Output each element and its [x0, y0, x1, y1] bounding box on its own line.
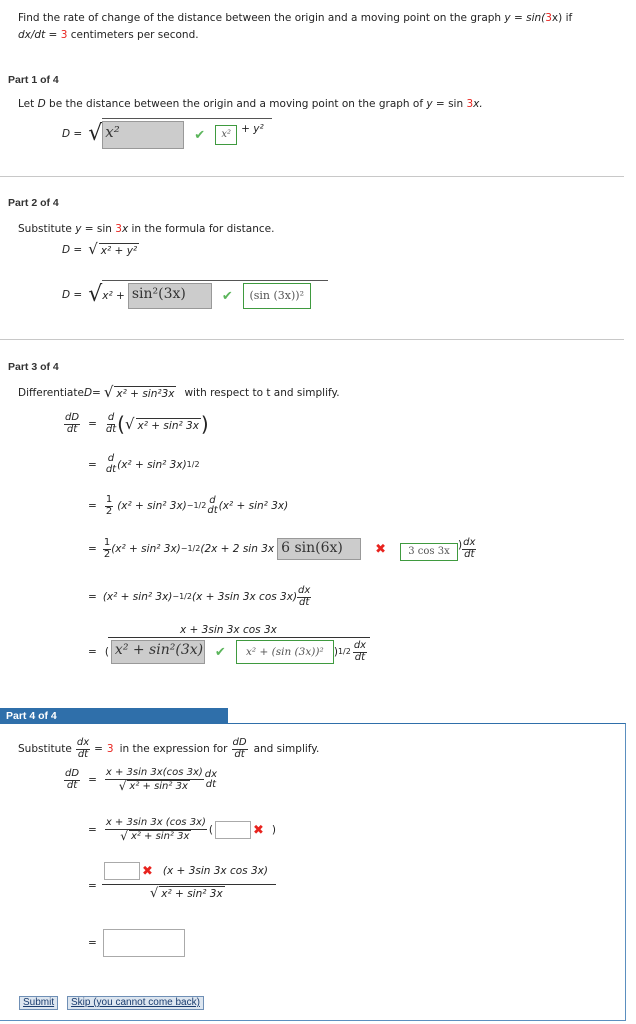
part-3-step-1: dD dt = d dt ( √ x² + sin² 3x )	[64, 412, 209, 436]
cross-icon: ✖	[253, 822, 264, 838]
fraction: dD dt	[64, 412, 81, 435]
radical-icon: √	[88, 281, 103, 307]
paren-close: )	[200, 412, 209, 436]
fraction-bar	[108, 637, 370, 638]
paren-open: (	[104, 646, 109, 658]
problem-statement: Find the rate of change of the distance …	[18, 10, 572, 44]
fraction: dD dt	[64, 768, 81, 791]
fraction: dx dt	[297, 585, 312, 608]
part-3-step-5: = (x² + sin² 3x) −1/2 (x + 3sin 3x cos 3x…	[88, 585, 312, 608]
part-2-label: Part 2 of 4	[8, 197, 59, 209]
part-3-label: Part 3 of 4	[8, 361, 59, 373]
fraction: d dt	[105, 412, 117, 435]
fraction: dx dt	[352, 640, 368, 663]
square-root: √ x² + sin² 3x	[120, 829, 192, 843]
part-4-step3-input[interactable]	[104, 862, 140, 880]
square-root: √ x² + sin² 3x	[118, 779, 190, 793]
part-2-answer-input[interactable]: sin²(3x)	[127, 283, 212, 309]
fraction: dx dt	[462, 537, 477, 560]
part-4-step-4: =	[88, 929, 185, 957]
part-3-answer-input[interactable]: 6 sin(6x)	[277, 538, 362, 560]
fraction: 12	[104, 494, 114, 517]
fraction: dx dt	[204, 768, 218, 790]
check-icon: ✔	[221, 288, 233, 304]
fraction: x + 3sin 3x(cos 3x) √ x² + sin² 3x	[104, 767, 204, 793]
part-1-correct-answer: x²	[215, 125, 238, 145]
part-3-step6-answer-input[interactable]: x² + sin²(3x)	[110, 640, 205, 664]
paren-open: (	[117, 412, 125, 436]
divider	[0, 339, 624, 340]
part-4-step-1: dD dt = x + 3sin 3x(cos 3x) √ x² + sin² 3x …	[64, 767, 218, 793]
fraction: d dt	[207, 494, 218, 516]
fraction: 12	[102, 537, 112, 560]
fraction: d dt	[105, 453, 117, 475]
fraction: x + 3sin 3x (cos 3x) √ x² + sin² 3x	[104, 817, 207, 843]
paren-close: )	[271, 824, 277, 836]
part-3-step-4: = 12 (x² + sin² 3x) −1/2 (2x + 2 sin 3x 6…	[88, 537, 477, 561]
square-root: √ x² + y²	[88, 240, 140, 258]
part-4-final-input[interactable]	[102, 929, 185, 957]
submit-button[interactable]: Submit	[19, 996, 59, 1010]
part-1-answer-input[interactable]: x²	[102, 121, 185, 149]
part-1-intro: Let D be the distance between the origin…	[18, 98, 483, 110]
part-3-step-3: = 12 (x² + sin² 3x) −1/2 d dt (x² + sin² 3…	[88, 494, 289, 517]
part-2-formula: D = √ x² + y²	[62, 240, 140, 258]
fraction: dx dt	[75, 737, 91, 760]
part-1-label: Part 1 of 4	[8, 74, 59, 86]
part-2-correct-answer: (sin (3x))²	[242, 283, 311, 309]
step-3-numerator: ✖ (x + 3sin 3x cos 3x)	[104, 862, 268, 880]
part-1-equation: D = √ x² ✔ x² + y²	[62, 118, 273, 149]
cross-icon: ✖	[142, 863, 153, 879]
skip-button[interactable]: Skip (you cannot come back)	[67, 996, 204, 1010]
radical-icon: √	[88, 120, 103, 146]
radical-overline: x² ✔ x² + y²	[102, 118, 273, 149]
paren-open: (	[208, 824, 213, 836]
part-3-intro: Differentiate D = √ x² + sin²3x with resp…	[18, 383, 340, 401]
part-4-intro: Substitute dx dt = 3 in the expression fo…	[18, 737, 320, 760]
check-icon: ✔	[194, 127, 206, 143]
check-icon: ✔	[214, 644, 226, 660]
divider	[0, 176, 624, 177]
square-root: √ x² + sin² 3x	[150, 886, 225, 901]
fraction: dD dt	[231, 737, 248, 760]
problem-line-1: Find the rate of change of the distance …	[18, 12, 573, 24]
part-2-equation: D = √ x² + sin²(3x) ✔ (sin (3x))²	[62, 280, 329, 309]
part-3-correct-answer: 3 cos 3x	[400, 543, 459, 561]
square-root: √ x² + sin² 3x	[124, 414, 201, 433]
part-3-step6-correct-answer: x² + (sin (3x))²	[235, 640, 334, 664]
square-root: √ x² + sin²3x	[103, 383, 177, 401]
part-2-intro: Substitute y = sin 3x in the formula for…	[18, 223, 275, 235]
cross-icon: ✖	[375, 541, 387, 557]
radical-overline: x² + sin²(3x) ✔ (sin (3x))²	[102, 280, 329, 309]
problem-line-2: dx/dt = 3 centimeters per second.	[18, 29, 199, 41]
step-6-denominator: = ( x² + sin²(3x) ✔ x² + (sin (3x))² ) 1/…	[88, 640, 368, 664]
part-4-step-2: = x + 3sin 3x (cos 3x) √ x² + sin² 3x ( ✖ …	[88, 817, 277, 843]
fraction-bar	[102, 884, 276, 885]
part-4-step2-input[interactable]	[215, 821, 251, 839]
part-4-label: Part 4 of 4	[0, 708, 228, 724]
part-3-step-2: = d dt (x² + sin² 3x) 1/2	[88, 453, 200, 475]
